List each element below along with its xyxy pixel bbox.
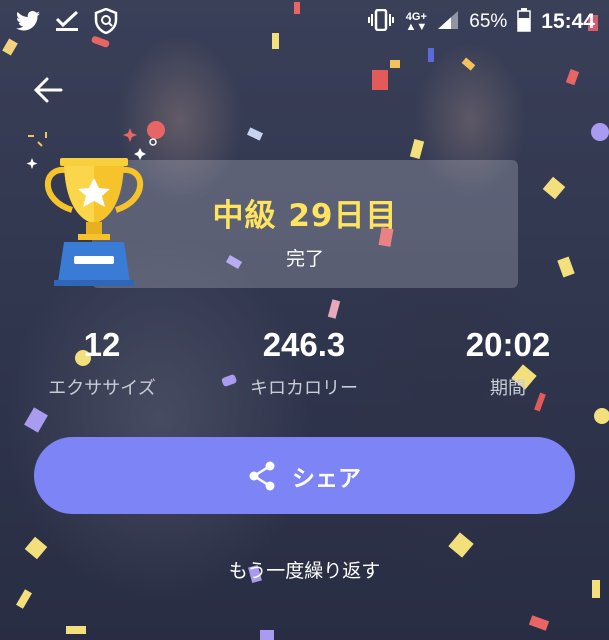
share-icon [249, 461, 275, 490]
shield-icon [94, 7, 118, 38]
repeat-workout-link[interactable]: もう一度繰り返す [0, 556, 609, 583]
background-overlay [0, 0, 609, 640]
status-bar: 4G+ ▲▼ 65% 15:44 [0, 0, 609, 42]
stat-label: 期間 [490, 378, 526, 399]
share-button-label: シェア [292, 465, 361, 492]
arrow-left-icon [33, 77, 63, 103]
battery-icon [517, 8, 532, 36]
stat-exercises: 12 エクササイズ [22, 326, 182, 400]
trophy-icon [26, 128, 157, 286]
back-button[interactable] [30, 72, 66, 108]
stat-duration: 20:02 期間 [428, 326, 588, 400]
signal-icon [437, 10, 459, 34]
stat-value: 20:02 [465, 326, 551, 363]
vibrate-icon [367, 8, 395, 35]
stat-label: エクササイズ [48, 378, 156, 399]
clock: 15:44 [541, 10, 595, 33]
twitter-icon [16, 11, 40, 35]
stat-value: 246.3 [262, 326, 346, 363]
stat-label: キロカロリー [250, 378, 358, 399]
share-button[interactable]: シェア [34, 437, 575, 514]
network-indicator: 4G+ ▲▼ [405, 12, 428, 33]
checkmark-icon [54, 10, 80, 36]
stat-value: 12 [83, 326, 121, 363]
stat-calories: 246.3 キロカロリー [224, 326, 384, 400]
battery-percent: 65% [469, 11, 508, 32]
data-activity-arrows: ▲▼ [405, 21, 428, 33]
